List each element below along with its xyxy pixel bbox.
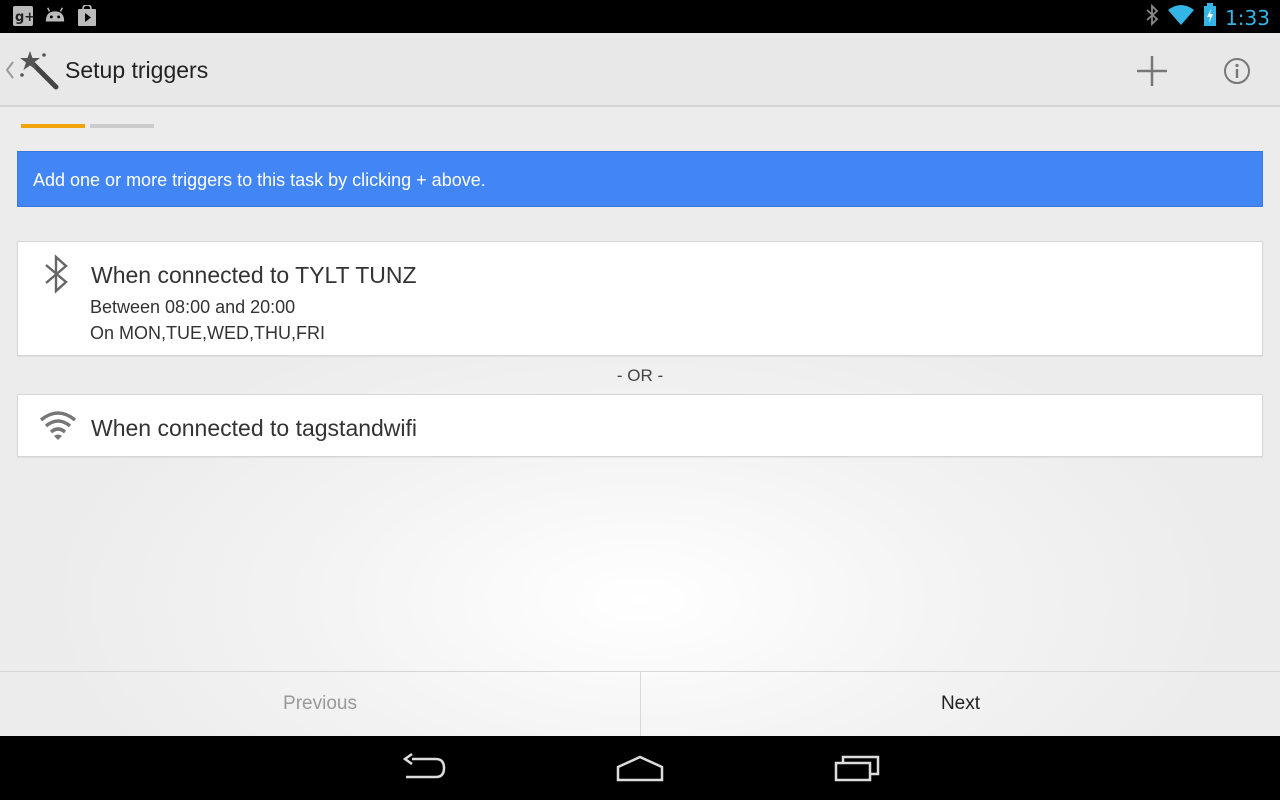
or-separator: - OR - <box>616 366 664 385</box>
battery-charging-icon <box>1203 3 1217 32</box>
wizard-footer: Previous Next <box>0 671 1280 736</box>
trigger-days: On MON,TUE,WED,THU,FRI <box>90 323 325 343</box>
clock: 1:33 <box>1225 5 1270 30</box>
google-plus-icon: g+ <box>12 5 34 27</box>
recent-apps-button[interactable] <box>827 750 887 786</box>
svg-text:g+: g+ <box>15 10 34 25</box>
next-button[interactable]: Next <box>640 672 1280 736</box>
home-icon <box>616 755 664 782</box>
trigger-card-bluetooth[interactable]: When connected to TYLT TUNZ Between 08:0… <box>17 241 1263 356</box>
recent-apps-icon <box>834 755 880 782</box>
info-banner: Add one or more triggers to this task by… <box>17 151 1263 207</box>
trigger-time-range: Between 08:00 and 20:00 <box>90 297 296 317</box>
step-indicator-active <box>21 124 85 128</box>
system-icons: 1:33 <box>1145 3 1270 32</box>
wifi-icon <box>1167 4 1195 31</box>
wifi-icon <box>38 409 78 441</box>
notification-icons: g+ <box>12 5 98 27</box>
trigger-card-wifi[interactable]: When connected to tagstandwifi <box>17 394 1263 457</box>
info-button[interactable] <box>1213 47 1261 95</box>
android-icon <box>44 5 66 27</box>
step-indicator-inactive <box>90 124 154 128</box>
page-title: Setup triggers <box>65 57 209 83</box>
play-store-icon <box>76 5 98 27</box>
back-button[interactable] <box>394 750 454 786</box>
previous-button[interactable]: Previous <box>0 672 640 736</box>
action-bar: Setup triggers <box>0 33 1280 107</box>
status-bar: g+ 1:33 <box>0 0 1280 33</box>
magic-wand-icon[interactable] <box>18 49 60 91</box>
add-trigger-button[interactable] <box>1128 47 1176 95</box>
back-icon <box>402 753 446 779</box>
info-icon <box>1224 58 1250 84</box>
trigger-title: When connected to TYLT TUNZ <box>91 262 417 288</box>
bluetooth-icon <box>1145 3 1159 31</box>
add-icon <box>1137 56 1167 86</box>
navigation-bar <box>0 736 1280 800</box>
up-caret-icon[interactable] <box>5 61 15 79</box>
trigger-title: When connected to tagstandwifi <box>91 415 418 441</box>
bluetooth-icon <box>38 254 74 294</box>
home-button[interactable] <box>610 750 670 786</box>
